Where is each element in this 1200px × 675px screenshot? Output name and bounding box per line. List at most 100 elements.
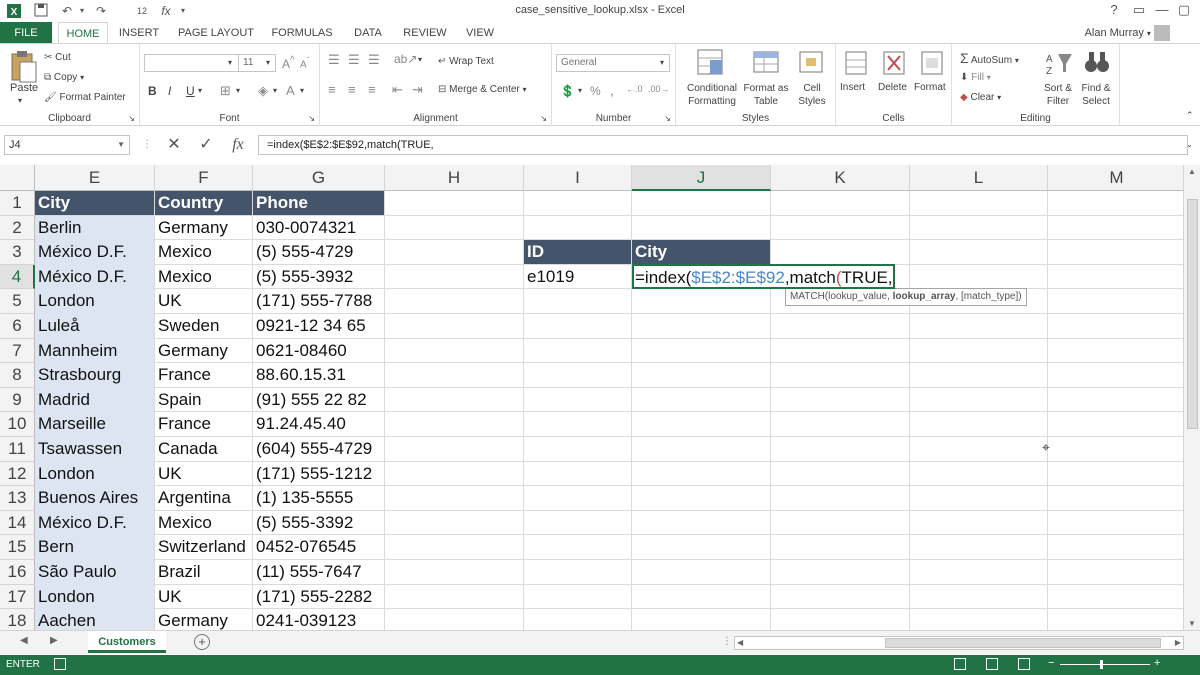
zoom-slider-thumb[interactable] xyxy=(1100,660,1103,669)
sort-filter-icon[interactable]: AZ xyxy=(1044,48,1074,78)
normal-view-icon[interactable] xyxy=(954,658,966,670)
decrease-indent-icon[interactable]: ⇤ xyxy=(392,82,403,98)
column-header-h[interactable]: H xyxy=(385,165,524,191)
column-header-k[interactable]: K xyxy=(771,165,910,191)
confirm-entry-button[interactable]: ✓ xyxy=(192,135,220,155)
table-cell[interactable]: México D.F. xyxy=(35,240,154,264)
horizontal-scrollbar[interactable]: ◀ ▶ xyxy=(734,636,1184,650)
table-cell[interactable]: UK xyxy=(155,289,252,313)
table-cell[interactable]: Luleå xyxy=(35,314,154,338)
merge-center-button[interactable]: ⊟ Merge & Center ▾ xyxy=(438,84,527,95)
table-cell[interactable]: Spain xyxy=(155,388,252,412)
number-launcher-icon[interactable]: ↘ xyxy=(664,114,671,123)
row-header-13[interactable]: 13 xyxy=(0,486,35,511)
table-cell[interactable]: Mexico xyxy=(155,511,252,535)
copy-button[interactable]: ⧉ Copy ▾ xyxy=(44,72,84,83)
page-layout-view-icon[interactable] xyxy=(986,658,998,670)
font-color-icon[interactable]: A xyxy=(286,83,295,98)
table-cell[interactable]: (171) 555-7788 xyxy=(253,289,384,313)
add-sheet-button[interactable]: + xyxy=(194,634,210,650)
underline-button[interactable]: U xyxy=(186,84,195,98)
collapse-ribbon-icon[interactable]: ⌃ xyxy=(1186,110,1194,121)
next-sheet-icon[interactable]: ▶ xyxy=(50,635,58,646)
conditional-formatting-icon[interactable] xyxy=(696,48,726,78)
row-header-18[interactable]: 18 xyxy=(0,609,35,630)
orientation-icon[interactable]: ab↗ xyxy=(394,52,417,66)
active-cell-editor[interactable]: =index($E$2:$E$92,match(TRUE, xyxy=(632,263,895,290)
fill-color-dropdown-icon[interactable]: ▾ xyxy=(273,86,277,95)
table-cell[interactable]: (5) 555-4729 xyxy=(253,240,384,264)
table-cell[interactable]: Mexico xyxy=(155,240,252,264)
table-cell[interactable]: Bern xyxy=(35,535,154,559)
table-cell[interactable]: 0921-12 34 65 xyxy=(253,314,384,338)
grow-font-icon[interactable]: A^ xyxy=(282,55,295,71)
table-cell[interactable]: Tsawassen xyxy=(35,437,154,461)
align-top-icon[interactable]: ☰ xyxy=(328,52,340,68)
zoom-in-icon[interactable]: + xyxy=(1154,657,1160,669)
table-cell[interactable]: México D.F. xyxy=(35,511,154,535)
table-cell[interactable]: Sweden xyxy=(155,314,252,338)
format-button[interactable]: Format xyxy=(914,82,946,93)
help-button[interactable]: ? xyxy=(1100,1,1128,19)
decrease-decimal-icon[interactable]: .00→ xyxy=(648,84,670,94)
table-cell[interactable]: Mexico xyxy=(155,265,252,289)
table-cell[interactable]: London xyxy=(35,585,154,609)
table-cell[interactable]: (5) 555-3392 xyxy=(253,511,384,535)
clear-button[interactable]: ◆ Clear ▾ xyxy=(960,92,1001,103)
font-size-combo[interactable]: 11 xyxy=(238,54,276,72)
borders-icon[interactable]: ⊞ xyxy=(220,83,231,99)
tab-insert[interactable]: INSERT xyxy=(112,22,166,44)
row-header-5[interactable]: 5 xyxy=(0,289,35,314)
table-cell[interactable]: France xyxy=(155,412,252,436)
align-right-icon[interactable]: ≡ xyxy=(368,82,376,97)
row-header-17[interactable]: 17 xyxy=(0,584,35,610)
table-cell[interactable]: (91) 555 22 82 xyxy=(253,388,384,412)
paste-dropdown-icon[interactable]: ▾ xyxy=(18,96,22,105)
table-cell[interactable]: (171) 555-2282 xyxy=(253,585,384,609)
table-cell[interactable]: 88.60.15.31 xyxy=(253,363,384,387)
font-color-dropdown-icon[interactable]: ▾ xyxy=(300,86,304,95)
table-cell[interactable]: Buenos Aires xyxy=(35,486,154,510)
name-box[interactable]: J4 ▼ xyxy=(4,135,130,155)
table-cell[interactable]: 0452-076545 xyxy=(253,535,384,559)
row-header-4[interactable]: 4 xyxy=(0,264,35,290)
table-cell[interactable]: France xyxy=(155,363,252,387)
row-header-8[interactable]: 8 xyxy=(0,363,35,388)
select-all-corner[interactable] xyxy=(0,165,35,191)
cut-button[interactable]: ✂ Cut xyxy=(44,52,71,63)
align-center-icon[interactable]: ≡ xyxy=(348,82,356,97)
vertical-scroll-thumb[interactable] xyxy=(1187,199,1198,429)
horizontal-scroll-thumb[interactable] xyxy=(885,638,1161,648)
autosum-button[interactable]: Σ AutoSum ▾ xyxy=(960,50,1019,66)
table-cell[interactable]: UK xyxy=(155,585,252,609)
row-header-2[interactable]: 2 xyxy=(0,215,35,241)
table-cell[interactable]: London xyxy=(35,289,154,313)
align-middle-icon[interactable]: ☰ xyxy=(348,52,360,68)
tab-formulas[interactable]: FORMULAS xyxy=(266,22,338,44)
row-header-1[interactable]: 1 xyxy=(0,191,35,216)
table-cell[interactable]: Canada xyxy=(155,437,252,461)
table-cell[interactable]: Germany xyxy=(155,339,252,363)
font-name-combo[interactable] xyxy=(144,54,240,72)
format-cells-icon[interactable] xyxy=(918,48,948,78)
delete-button[interactable]: Delete xyxy=(878,82,907,93)
find-select-button[interactable]: Find & Select xyxy=(1076,82,1116,108)
table-cell[interactable]: Germany xyxy=(155,609,252,630)
table-cell[interactable]: UK xyxy=(155,462,252,486)
font-size-dropdown-icon[interactable]: ▾ xyxy=(266,58,270,67)
expand-formula-bar-icon[interactable]: ⌄ xyxy=(1186,140,1193,149)
column-header-i[interactable]: I xyxy=(524,165,632,191)
increase-indent-icon[interactable]: ⇥ xyxy=(412,82,423,98)
worksheet-grid[interactable]: EFGHIJKLM 1 2 3 4 5 6 7 8 9 10 11 12 13 14 15 16 17 18 Ci… xyxy=(0,165,1183,630)
row-header-9[interactable]: 9 xyxy=(0,387,35,413)
table-cell[interactable]: Argentina xyxy=(155,486,252,510)
shrink-font-icon[interactable]: Aˇ xyxy=(300,55,309,70)
table-cell[interactable]: 91.24.45.40 xyxy=(253,412,384,436)
paste-button[interactable]: Paste xyxy=(10,82,38,94)
percent-button[interactable]: % xyxy=(590,84,601,98)
scroll-down-icon[interactable]: ▼ xyxy=(1188,619,1196,628)
table-header-country[interactable]: Country xyxy=(155,191,252,215)
vertical-scrollbar[interactable]: ▲ ▼ xyxy=(1183,165,1200,630)
wrap-text-button[interactable]: ↵ Wrap Text xyxy=(438,56,494,67)
table-cell[interactable]: Marseille xyxy=(35,412,154,436)
